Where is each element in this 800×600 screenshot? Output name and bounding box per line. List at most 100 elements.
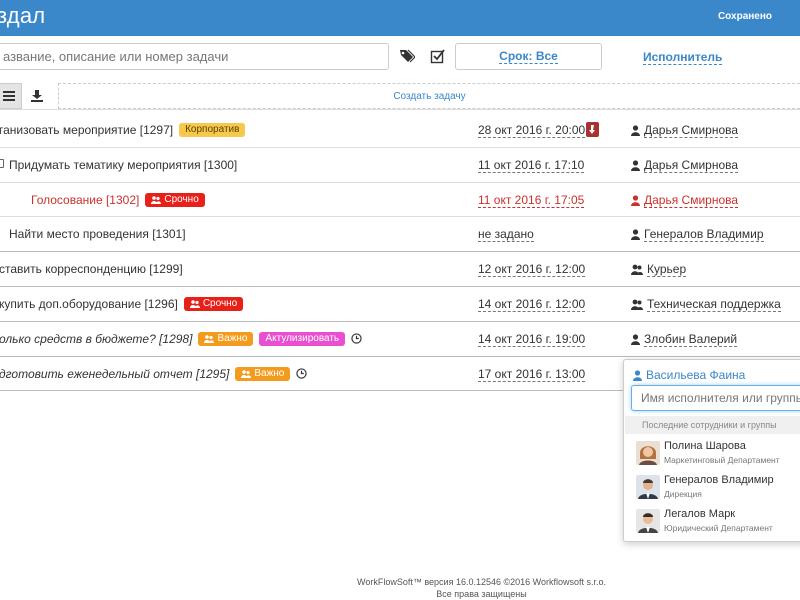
assignee-name: Злобин Валерий bbox=[644, 331, 738, 347]
task-deadline[interactable]: 28 окт 2016 г. 20:00 bbox=[478, 123, 586, 138]
assignee-search-input[interactable] bbox=[631, 385, 800, 411]
assignee-cell[interactable]: Злобин Валерий bbox=[631, 331, 738, 347]
deadline-filter-button[interactable]: Срок: Все bbox=[455, 43, 602, 70]
subtask-toggle[interactable] bbox=[0, 158, 4, 168]
version-text: WorkFlowSoft™ версия 16.0.12546 ©2016 Wo… bbox=[357, 577, 606, 587]
task-name[interactable]: олько средств в бюджете? [1298] bbox=[0, 332, 192, 346]
assignee-name: Дарья Смирнова bbox=[644, 123, 739, 138]
task-row[interactable]: Придумать тематику мероприятия [1300] 11… bbox=[0, 148, 800, 183]
checkbox-filter-icon[interactable] bbox=[430, 48, 446, 64]
group-icon bbox=[631, 299, 643, 310]
user-icon bbox=[631, 229, 640, 241]
task-row[interactable]: Найти место проведения [1301] не задано … bbox=[0, 217, 800, 253]
toolbar: Создать задачу bbox=[0, 82, 800, 110]
page-title: здал bbox=[0, 3, 46, 28]
assignee-cell[interactable]: Техническая поддержка bbox=[631, 297, 781, 312]
current-assignee[interactable]: Васильева Фаина bbox=[633, 368, 745, 382]
download-icon bbox=[31, 90, 43, 102]
task-cell: олько средств в бюджете? [1298] Важно Ак… bbox=[0, 331, 362, 346]
tag-badge[interactable]: Важно bbox=[198, 331, 254, 346]
option-department: Маркетинговый Департамент bbox=[664, 455, 780, 465]
tags-icon[interactable] bbox=[399, 48, 415, 64]
tag-badge[interactable]: Срочно bbox=[145, 192, 205, 207]
app-root: здал Сохранено Срок: Все Исполнитель Соз… bbox=[0, 0, 800, 600]
task-cell: дготовить еженедельный отчет [1295] Важн… bbox=[0, 366, 308, 381]
task-cell: Голосование [1302] Срочно bbox=[31, 192, 205, 207]
list-icon bbox=[3, 91, 15, 101]
option-department: Дирекция bbox=[664, 489, 702, 499]
task-row[interactable]: ставить корреспонденцию [1299] 12 окт 20… bbox=[0, 252, 800, 287]
assignee-name: Техническая поддержка bbox=[647, 296, 781, 312]
current-assignee-name: Васильева Фаина bbox=[646, 368, 746, 382]
assignee-name: Курьер bbox=[647, 262, 687, 278]
assignee-cell[interactable]: Курьер bbox=[631, 262, 687, 278]
user-icon bbox=[633, 369, 642, 381]
create-task-button[interactable]: Создать задачу bbox=[58, 83, 800, 109]
task-row[interactable]: Голосование [1302] Срочно 11 окт 2016 г.… bbox=[0, 183, 800, 218]
avatar bbox=[636, 509, 660, 533]
task-row[interactable]: ганизовать мероприятие [1297] Корпоратив… bbox=[0, 113, 800, 148]
task-deadline[interactable]: 11 окт 2016 г. 17:05 bbox=[478, 193, 585, 208]
assignee-cell[interactable]: Генералов Владимир bbox=[631, 227, 764, 243]
assignee-cell[interactable]: Дарья Смирнова bbox=[631, 158, 739, 173]
tag-badge[interactable]: Актулизировать bbox=[259, 331, 346, 346]
assignee-option[interactable]: Легалов Марк Юридический Департамент bbox=[625, 505, 800, 539]
task-deadline[interactable]: 14 окт 2016 г. 19:00 bbox=[478, 332, 586, 347]
avatar bbox=[636, 441, 660, 465]
tag-badge[interactable]: Срочно bbox=[183, 296, 244, 311]
task-deadline[interactable]: 12 окт 2016 г. 12:00 bbox=[478, 262, 586, 278]
task-cell: ганизовать мероприятие [1297] Корпоратив bbox=[0, 123, 246, 137]
tag-badge[interactable]: Важно bbox=[235, 366, 291, 381]
task-name[interactable]: Голосование [1302] bbox=[31, 193, 139, 207]
task-name[interactable]: ганизовать мероприятие [1297] bbox=[0, 123, 173, 137]
task-cell: Найти место проведения [1301] bbox=[9, 227, 186, 241]
task-name[interactable]: дготовить еженедельный отчет [1295] bbox=[0, 367, 229, 381]
tag-label: Важно bbox=[254, 367, 285, 379]
user-icon bbox=[631, 160, 640, 171]
deadline-filter-label: Срок: Все bbox=[499, 49, 558, 64]
task-name[interactable]: ставить корреспонденцию [1299] bbox=[0, 262, 183, 276]
assignee-picker-popup: Васильева Фаина Последние сотрудники и г… bbox=[623, 359, 800, 542]
user-icon bbox=[631, 334, 640, 345]
tag-label: Срочно bbox=[202, 297, 238, 309]
option-name: Легалов Марк bbox=[664, 508, 736, 520]
group-icon bbox=[189, 300, 200, 308]
task-deadline[interactable]: 14 окт 2016 г. 12:00 bbox=[478, 297, 586, 312]
option-name: Полина Шарова bbox=[664, 440, 746, 452]
task-row[interactable]: олько средств в бюджете? [1298] Важно Ак… bbox=[0, 322, 800, 357]
user-icon bbox=[631, 194, 640, 206]
tag-badge[interactable]: Корпоратив bbox=[179, 123, 246, 137]
task-row[interactable]: купить доп.оборудование [1296] Срочно 14… bbox=[0, 287, 800, 322]
recent-section-header: Последние сотрудники и группы bbox=[625, 416, 800, 434]
saved-status: Сохранено bbox=[717, 11, 772, 22]
copyright-text: Все права защищены bbox=[436, 589, 527, 599]
tag-label: Срочно bbox=[164, 193, 199, 205]
task-name[interactable]: купить доп.оборудование [1296] bbox=[0, 297, 178, 311]
tag-label: Важно bbox=[217, 332, 248, 344]
assignee-cell[interactable]: Дарья Смирнова bbox=[631, 192, 739, 208]
clock-icon bbox=[351, 333, 362, 344]
task-name[interactable]: Найти место проведения [1301] bbox=[9, 227, 186, 241]
search-input[interactable] bbox=[0, 43, 389, 70]
group-icon bbox=[151, 195, 162, 204]
option-name: Генералов Владимир bbox=[664, 474, 774, 486]
list-view-button[interactable] bbox=[0, 83, 22, 109]
export-button[interactable] bbox=[24, 83, 50, 109]
assignee-filter-link[interactable]: Исполнитель bbox=[643, 50, 723, 65]
assignee-name: Дарья Смирнова bbox=[644, 192, 739, 208]
group-icon bbox=[204, 334, 215, 343]
header-bar: здал Сохранено bbox=[0, 0, 800, 36]
assignee-cell[interactable]: Дарья Смирнова bbox=[631, 123, 739, 138]
task-cell: купить доп.оборудование [1296] Срочно bbox=[0, 296, 244, 311]
footer: WorkFlowSoft™ версия 16.0.12546 ©2016 Wo… bbox=[0, 576, 800, 600]
task-list: ганизовать мероприятие [1297] Корпоратив… bbox=[0, 113, 800, 392]
task-deadline[interactable]: не задано bbox=[478, 227, 534, 243]
assignee-option[interactable]: Полина Шарова Маркетинговый Департамент bbox=[625, 437, 800, 471]
option-department: Юридический Департамент bbox=[664, 523, 773, 533]
avatar bbox=[636, 475, 660, 499]
task-name[interactable]: Придумать тематику мероприятия [1300] bbox=[9, 158, 237, 172]
assignee-option[interactable]: Генералов Владимир Дирекция bbox=[625, 471, 800, 505]
task-deadline[interactable]: 17 окт 2016 г. 13:00 bbox=[478, 367, 586, 382]
task-cell: ставить корреспонденцию [1299] bbox=[0, 262, 183, 276]
task-deadline[interactable]: 11 окт 2016 г. 17:10 bbox=[478, 158, 585, 173]
